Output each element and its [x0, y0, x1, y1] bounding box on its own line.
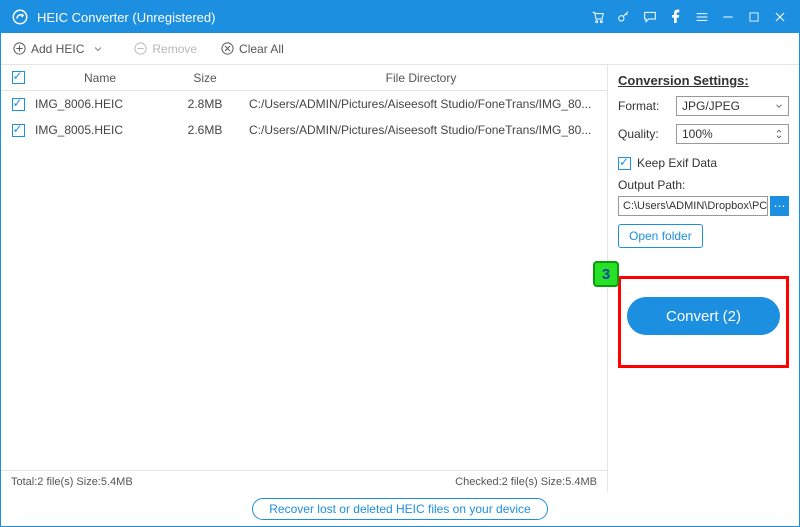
add-heic-label: Add HEIC: [31, 42, 84, 56]
browse-button[interactable]: ⋯: [770, 196, 789, 216]
convert-highlight: 3 Convert (2): [618, 276, 789, 368]
row-checkbox[interactable]: [12, 124, 25, 137]
row-size: 2.8MB: [165, 97, 245, 111]
clear-icon: [219, 41, 235, 57]
minus-circle-icon: [132, 41, 148, 57]
format-row: Format: JPG/JPEG: [618, 96, 789, 116]
stepper-arrows-icon: [772, 127, 786, 141]
row-name: IMG_8006.HEIC: [35, 97, 165, 111]
close-button[interactable]: [767, 1, 793, 33]
format-select[interactable]: JPG/JPEG: [676, 96, 789, 116]
remove-label: Remove: [152, 42, 197, 56]
select-all-checkbox[interactable]: [12, 71, 25, 84]
chat-icon[interactable]: [637, 1, 663, 33]
plus-circle-icon: [11, 41, 27, 57]
minimize-button[interactable]: [715, 1, 741, 33]
maximize-button[interactable]: [741, 1, 767, 33]
remove-button[interactable]: Remove: [132, 41, 197, 57]
add-heic-button[interactable]: Add HEIC: [11, 41, 110, 57]
annotation-badge: 3: [593, 261, 619, 287]
output-path-row: C:\Users\ADMIN\Dropbox\PC\ ⋯: [618, 196, 789, 216]
app-window: HEIC Converter (Unregistered) Add HEIC R…: [0, 0, 800, 527]
app-title: HEIC Converter (Unregistered): [37, 10, 215, 25]
table-row[interactable]: IMG_8005.HEIC 2.6MB C:/Users/ADMIN/Pictu…: [1, 117, 607, 143]
quality-row: Quality: 100%: [618, 124, 789, 144]
status-checked: Checked:2 file(s) Size:5.4MB: [455, 476, 597, 488]
open-folder-button[interactable]: Open folder: [618, 224, 703, 248]
table-header: Name Size File Directory: [1, 65, 607, 91]
row-directory: C:/Users/ADMIN/Pictures/Aiseesoft Studio…: [245, 97, 607, 111]
settings-pane: Conversion Settings: Format: JPG/JPEG Qu…: [607, 65, 799, 492]
row-checkbox[interactable]: [12, 98, 25, 111]
file-pane: Name Size File Directory IMG_8006.HEIC 2…: [1, 65, 607, 492]
row-name: IMG_8005.HEIC: [35, 123, 165, 137]
main-body: Name Size File Directory IMG_8006.HEIC 2…: [1, 65, 799, 492]
keep-exif-checkbox[interactable]: [618, 157, 631, 170]
recover-link[interactable]: Recover lost or deleted HEIC files on yo…: [252, 498, 547, 520]
clear-all-button[interactable]: Clear All: [219, 41, 284, 57]
status-bar: Total:2 file(s) Size:5.4MB Checked:2 fil…: [1, 470, 607, 492]
key-icon[interactable]: [611, 1, 637, 33]
column-directory[interactable]: File Directory: [245, 71, 607, 85]
column-size[interactable]: Size: [165, 71, 245, 85]
quality-stepper[interactable]: 100%: [676, 124, 789, 144]
title-bar: HEIC Converter (Unregistered): [1, 1, 799, 33]
format-value: JPG/JPEG: [682, 99, 740, 113]
status-total: Total:2 file(s) Size:5.4MB: [11, 476, 133, 488]
menu-icon[interactable]: [689, 1, 715, 33]
clear-all-label: Clear All: [239, 42, 284, 56]
settings-heading: Conversion Settings:: [618, 73, 789, 88]
facebook-icon[interactable]: [663, 1, 689, 33]
row-size: 2.6MB: [165, 123, 245, 137]
convert-button[interactable]: Convert (2): [627, 297, 780, 335]
keep-exif-label: Keep Exif Data: [637, 156, 717, 170]
recover-bar: Recover lost or deleted HEIC files on yo…: [1, 492, 799, 526]
keep-exif-row[interactable]: Keep Exif Data: [618, 156, 789, 170]
table-body: IMG_8006.HEIC 2.8MB C:/Users/ADMIN/Pictu…: [1, 91, 607, 470]
chevron-down-icon: [90, 41, 106, 57]
table-row[interactable]: IMG_8006.HEIC 2.8MB C:/Users/ADMIN/Pictu…: [1, 91, 607, 117]
quality-label: Quality:: [618, 127, 676, 141]
app-logo-icon: [11, 8, 29, 26]
output-path-field[interactable]: C:\Users\ADMIN\Dropbox\PC\: [618, 196, 768, 216]
row-directory: C:/Users/ADMIN/Pictures/Aiseesoft Studio…: [245, 123, 607, 137]
quality-value: 100%: [682, 127, 713, 141]
toolbar: Add HEIC Remove Clear All: [1, 33, 799, 65]
cart-icon[interactable]: [585, 1, 611, 33]
output-path-label: Output Path:: [618, 178, 789, 192]
column-name[interactable]: Name: [35, 71, 165, 85]
chevron-down-icon: [772, 101, 786, 111]
format-label: Format:: [618, 99, 676, 113]
